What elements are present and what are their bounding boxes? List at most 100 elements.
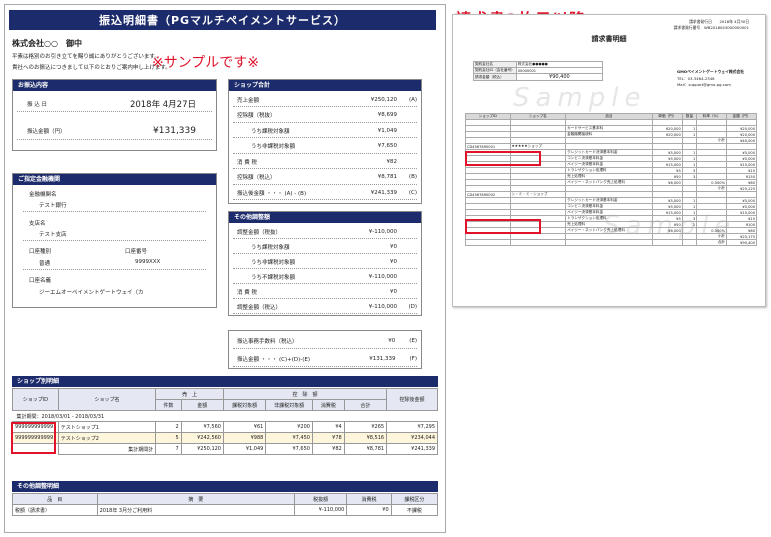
cell-taxable: ¥61	[222, 421, 267, 433]
shop-total-box: ショップ合計 売上金額 ¥250,120 (A) 控除額（税抜） ¥8,699 うち課税対…	[228, 79, 422, 204]
statement-title: 振込明細書（PGマルチペイメントサービス）	[9, 10, 436, 30]
shop-name: テストショップ2	[57, 432, 157, 444]
invoice-amount-label: 請求金額（税込）	[473, 73, 517, 81]
branch-name-value: テスト支店	[39, 232, 67, 238]
transfer-date-value: 2018年 4月27日	[129, 99, 196, 110]
adjustment-value: ¥-110,000	[368, 303, 397, 310]
total-nontaxable: ¥7,650	[265, 443, 313, 455]
account-number-value: 9999XXX	[135, 259, 161, 265]
invoice-cell	[509, 239, 567, 246]
cell-nontaxable: ¥7,450	[265, 432, 313, 444]
invoice-cell: ¥90,400	[726, 239, 757, 246]
net-transfer-label: 振込金額 ・・・ (C)+(D)-(E)	[237, 356, 311, 363]
col-shop-id: ショップID	[12, 388, 59, 411]
cell-after: ¥234,044	[386, 432, 438, 444]
issuer-name: GMOペイメントゲートウェイ株式会社	[677, 69, 745, 74]
invoice-cell	[651, 239, 683, 246]
other-adjustment-header: その他調整額	[229, 212, 421, 223]
cell-ctax: ¥0	[346, 504, 392, 516]
cell-item: 税額（請求書）	[12, 504, 98, 516]
shop-detail-table: ショップID ショップ名 売 上 控 除 額 控除後金額 件数 金額 課税対象額…	[12, 388, 438, 455]
highlight-shop-ids	[11, 422, 56, 454]
total-count: 7	[155, 443, 182, 455]
adjustment-row: 調整金額（税込） ¥-110,000 (D)	[233, 300, 417, 314]
cell-nontaxable: ¥200	[265, 421, 313, 433]
cell-amount: ¥-110,000	[293, 504, 348, 516]
customer-table: 契約会社名 株式会社●●●●● 契約会社ID（会社番号） 00000001 請求金額…	[473, 61, 604, 81]
transfer-date-label: 振 込 日	[27, 101, 47, 108]
adjustment-label: うち非課税対象額	[251, 259, 296, 266]
cell-description: 2018年 3月分ご利用料	[96, 504, 295, 516]
shop-total-label: うち非課税対象額	[251, 144, 296, 150]
transfer-amount-row: 振込金額（円） ¥131,339	[17, 122, 212, 140]
cell-count: 2	[155, 421, 182, 433]
highlight-shop1	[465, 151, 541, 166]
bank-name-value: テスト銀行	[39, 203, 67, 209]
cell-after: ¥7,295	[386, 421, 438, 433]
col-shop-name: ショップ名	[57, 388, 157, 411]
shop-total-row: 振込後金額 ・・・ (A) - (B) ¥241,339 (C)	[233, 186, 417, 200]
shop-total-mark: (A)	[408, 96, 417, 103]
cell-ctax: ¥78	[311, 432, 345, 444]
shop-total-value: ¥1,049	[377, 127, 397, 134]
transfer-amount-value: ¥131,339	[153, 125, 196, 136]
bank-info-box: ご指定金融機関 金融機関名 テスト銀行 支店名 テスト支店 口座種別 普通 口座…	[12, 173, 217, 308]
invoice-cell	[681, 239, 698, 246]
adjustment-value: ¥-110,000	[368, 228, 397, 235]
shop-detail-header: ショップ別明細	[12, 376, 438, 387]
table-row: 999999999999 テストショップ1 2 ¥7,560 ¥61 ¥200 …	[12, 421, 438, 433]
total-taxable: ¥1,049	[222, 443, 267, 455]
table-row: 税額（請求書） 2018年 3月分ご利用料 ¥-110,000 ¥0 不課税	[12, 504, 439, 516]
shop-total-value: ¥241,339	[370, 189, 397, 196]
watermark-1: Sample	[513, 83, 647, 113]
shop-total-value: ¥250,120	[370, 96, 397, 103]
invoice-total-row: 合計 ¥90,400	[465, 239, 757, 246]
table-row: 999999999999 テストショップ2 5 ¥242,560 ¥988 ¥7…	[12, 432, 438, 444]
shop-total-value: ¥8,781	[377, 174, 397, 180]
transfer-summary-box: お振込内容 振 込 日 2018年 4月27日 振込金額（円） ¥131,339	[12, 79, 217, 151]
bank-info-header: ご指定金融機関	[13, 174, 216, 185]
shop-total-value: ¥8,699	[377, 112, 397, 118]
customer-id-label: 契約会社ID（会社番号）	[473, 67, 517, 74]
cell-tax-category: 不課税	[390, 504, 439, 516]
shop-total-header: ショップ合計	[229, 80, 421, 91]
shop-total-value: ¥7,650	[377, 143, 397, 149]
table-total-row: 集計期間計 7 ¥250,120 ¥1,049 ¥7,650 ¥82 ¥8,78…	[12, 443, 438, 455]
col-amount-excl-tax: 税抜額	[293, 493, 348, 505]
shop-total-row: 控除額（税抜） ¥8,699	[233, 109, 417, 123]
other-detail-header: その他調整明細	[12, 481, 438, 492]
invoice-number: 請求書発行番号 WB2018043000000001	[673, 25, 749, 30]
cell-amount: ¥242,560	[180, 432, 224, 444]
sample-note: ※サンプルです※	[152, 55, 260, 71]
recipient-company: 株式会社○○ 御中	[12, 39, 82, 48]
account-type-label: 口座種別	[29, 249, 52, 255]
greeting-line-2: 貴社へのお振込につきまして以下のとおりご案内申し上げます。	[12, 65, 171, 71]
col-sales: 売 上	[155, 388, 224, 400]
account-holder-value: ジーエムオーペイメントゲートウェイ（カ	[39, 290, 144, 296]
invoice-cell	[465, 239, 511, 246]
col-deduction: 控 除 額	[222, 388, 388, 400]
adjustment-label: 調整金額（税込）	[237, 304, 282, 311]
adjustment-row: うち非課税対象額 ¥0	[233, 255, 417, 269]
adjustment-row: うち課税対象額 ¥0	[233, 240, 417, 254]
cell-sum: ¥8,516	[343, 432, 388, 444]
col-sum: 合計	[343, 399, 388, 411]
col-taxable: 課税対象額	[222, 399, 267, 411]
adjustment-label: うち課税対象額	[251, 244, 290, 251]
fee-value: ¥0	[388, 337, 396, 344]
net-transfer-mark: (F)	[409, 355, 417, 362]
shop-total-label: うち課税対象額	[251, 128, 290, 135]
col-tax-category: 課税区分	[390, 493, 439, 505]
invoice-amount-value: ¥90,400	[515, 73, 604, 81]
adjustment-value: ¥0	[390, 258, 397, 265]
shop-total-label: 売上金額	[237, 97, 260, 104]
shop-total-row: うち非課税対象額 ¥7,650	[233, 140, 417, 154]
other-detail-section: その他調整明細 品 目 摘 要 税抜額 消費税 課税区分 税額（請求書） 201…	[12, 481, 439, 516]
adjustment-row: 消 費 税 ¥0	[233, 285, 417, 299]
invoice-title: 請求書明細	[591, 35, 627, 43]
adjustment-value: ¥0	[390, 243, 397, 250]
col-description: 摘 要	[96, 493, 295, 505]
bank-name-label: 金融機関名	[29, 192, 57, 198]
adjustment-value: ¥-110,000	[368, 273, 397, 280]
total-ctax: ¥82	[311, 443, 345, 455]
